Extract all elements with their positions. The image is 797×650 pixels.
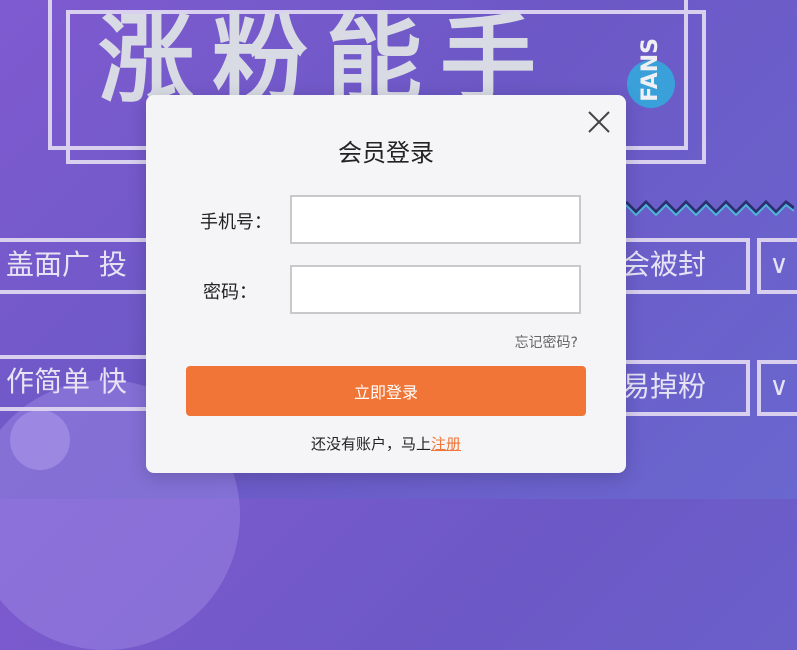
hero-title: 涨粉能手 [98, 4, 554, 116]
modal-title: 会员登录 [338, 139, 434, 167]
phone-label: 手机号： [200, 212, 272, 233]
login-modal: 会员登录 手机号： 密码： 忘记密码? 立即登录 还没有账户，马上注册 [146, 95, 626, 473]
fans-letters: FANS [638, 38, 663, 102]
password-label: 密码： [203, 282, 257, 303]
feature-text-row1-right: 会被封 [622, 248, 707, 281]
feature-box-row1-left: 盖面广 投 [0, 238, 166, 294]
feature-box-row2-right: 易掉粉 [612, 360, 750, 416]
login-button[interactable]: 立即登录 [186, 366, 586, 416]
feature-text-row2-left: 作简单 快 [6, 365, 127, 398]
feature-text-row1-left: 盖面广 投 [6, 248, 127, 281]
chevron-glyph: ∨ [769, 372, 789, 402]
close-button[interactable] [586, 109, 612, 135]
password-input[interactable] [290, 265, 581, 314]
register-prompt: 还没有账户，马上 [310, 435, 431, 453]
phone-input[interactable] [290, 195, 581, 244]
chevron-down-icon: ∨ [757, 360, 797, 416]
feature-box-row2-left: 作简单 快 [0, 355, 166, 411]
close-icon [588, 111, 610, 133]
fans-badge-text: FANS [638, 38, 664, 102]
chevron-glyph: ∨ [769, 250, 789, 280]
feature-text-row2-right: 易掉粉 [622, 370, 707, 403]
chevron-down-icon: ∨ [757, 238, 797, 294]
register-link[interactable]: 注册 [431, 435, 461, 453]
register-line: 还没有账户，马上注册 [146, 433, 626, 454]
background-bubble-small [10, 410, 70, 470]
forgot-password-link[interactable]: 忘记密码? [515, 332, 578, 352]
zigzag-decoration [626, 199, 794, 216]
feature-box-row1-right: 会被封 [612, 238, 750, 294]
